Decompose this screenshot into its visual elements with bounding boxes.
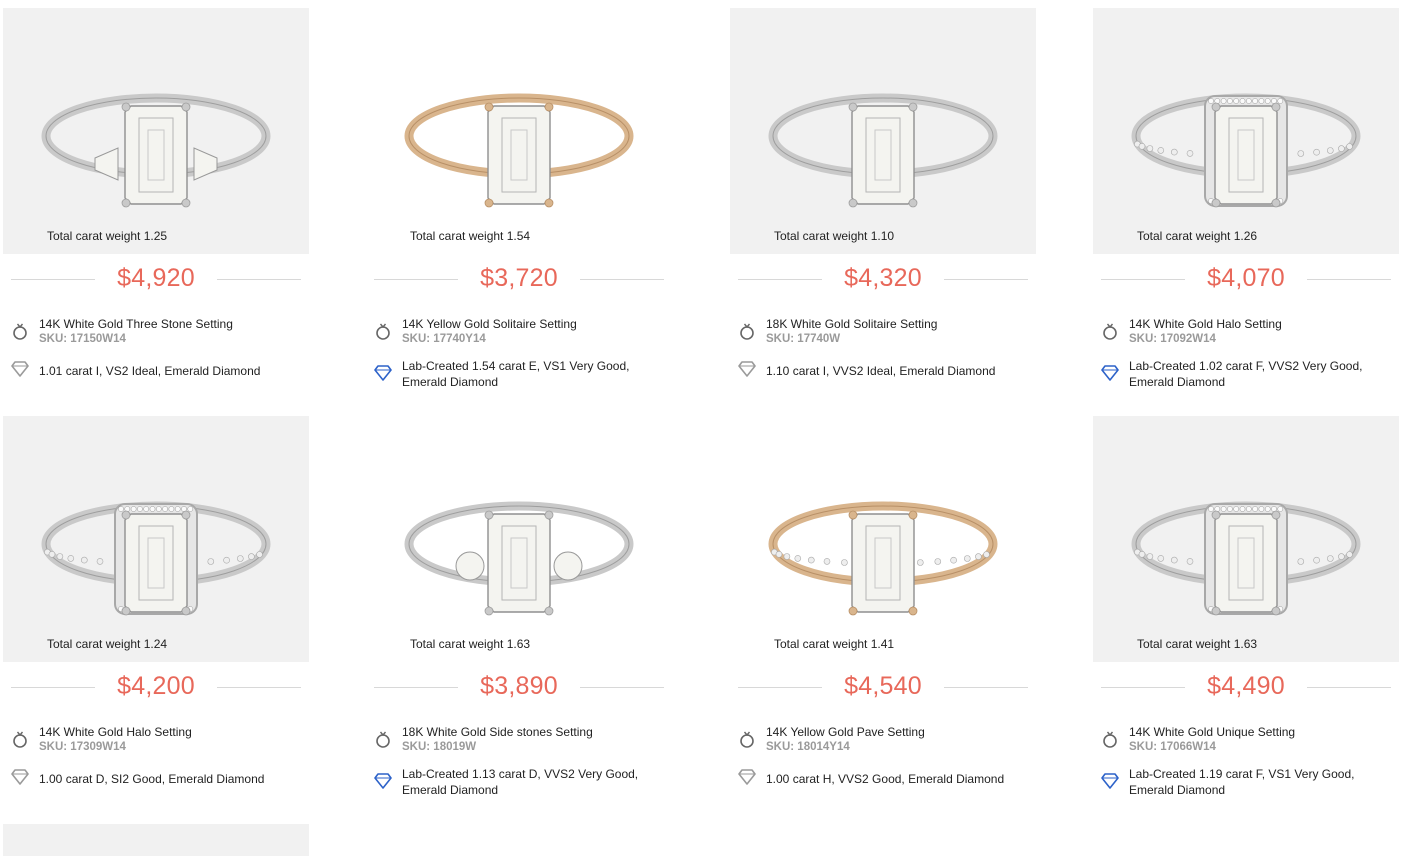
price-row: $4,540 [738,672,1028,702]
setting-info[interactable]: 18K White Gold Solitaire Setting SKU: 17… [738,316,1028,350]
ring-icon [11,321,29,341]
diamond-info[interactable]: 1.00 carat D, SI2 Good, Emerald Diamond [11,766,301,802]
product-card[interactable]: Total carat weight 1.24 $4,200 14K White… [3,416,309,816]
total-carat-weight: Total carat weight 1.25 [47,229,168,243]
diamond-info[interactable]: Lab-Created 1.19 carat F, VS1 Very Good,… [1101,766,1391,802]
setting-name[interactable]: 14K Yellow Gold Solitaire Setting [402,317,577,331]
price-row: $3,720 [374,264,664,294]
diamond-info[interactable]: 1.00 carat H, VVS2 Good, Emerald Diamond [738,766,1028,802]
diamond-description[interactable]: Lab-Created 1.13 carat D, VVS2 Very Good… [402,766,664,798]
product-card[interactable]: Total carat weight 1.63 $4,490 14K White… [1093,416,1399,816]
diamond-icon [738,769,756,785]
setting-name[interactable]: 14K White Gold Three Stone Setting [39,317,233,331]
price-row: $4,920 [11,264,301,294]
product-card[interactable]: Total carat weight 1.54 $3,720 14K Yello… [366,8,672,408]
sku: SKU: 18014Y14 [766,741,850,753]
setting-info[interactable]: 18K White Gold Side stones Setting SKU: … [374,724,664,758]
sku: SKU: 17092W14 [1129,333,1216,345]
setting-name[interactable]: 14K White Gold Unique Setting [1129,725,1295,739]
product-image[interactable]: Total carat weight 1.26 [1093,8,1399,254]
product-card[interactable]: Total carat weight 1.26 $4,070 14K White… [1093,8,1399,408]
setting-name[interactable]: 18K White Gold Solitaire Setting [766,317,937,331]
product-card-partial[interactable] [3,824,309,856]
product-card[interactable]: Total carat weight 1.63 $3,890 18K White… [366,416,672,816]
diamond-description[interactable]: Lab-Created 1.19 carat F, VS1 Very Good,… [1129,766,1391,798]
total-carat-weight: Total carat weight 1.26 [1137,229,1258,243]
divider [944,687,1028,688]
divider [1307,687,1391,688]
price-row: $4,490 [1101,672,1391,702]
lab-diamond-icon [1101,773,1119,789]
sku: SKU: 17066W14 [1129,741,1216,753]
sku: SKU: 17309W14 [39,741,126,753]
ring-icon [374,729,392,749]
price-row: $4,200 [11,672,301,702]
divider [1307,279,1391,280]
divider [217,279,301,280]
total-carat-weight: Total carat weight 1.54 [410,229,531,243]
product-image[interactable]: Total carat weight 1.10 [730,8,1036,254]
diamond-icon [11,769,29,785]
sku: SKU: 18019W [402,741,477,753]
lab-diamond-icon [374,365,392,381]
diamond-icon [11,361,29,377]
divider [217,687,301,688]
product-image[interactable]: Total carat weight 1.63 [366,416,672,662]
product-card[interactable]: Total carat weight 1.10 $4,320 18K White… [730,8,1036,408]
divider [944,279,1028,280]
product-image[interactable]: Total carat weight 1.63 [1093,416,1399,662]
setting-info[interactable]: 14K White Gold Halo Setting SKU: 17309W1… [11,724,301,758]
diamond-info[interactable]: Lab-Created 1.13 carat D, VVS2 Very Good… [374,766,664,802]
diamond-description[interactable]: 1.10 carat I, VVS2 Ideal, Emerald Diamon… [766,363,1028,379]
product-image[interactable]: Total carat weight 1.24 [3,416,309,662]
setting-name[interactable]: 14K Yellow Gold Pave Setting [766,725,925,739]
diamond-info[interactable]: 1.10 carat I, VVS2 Ideal, Emerald Diamon… [738,358,1028,394]
total-carat-weight: Total carat weight 1.63 [1137,637,1258,651]
price-row: $3,890 [374,672,664,702]
diamond-description[interactable]: 1.00 carat D, SI2 Good, Emerald Diamond [39,771,301,787]
lab-diamond-icon [1101,365,1119,381]
diamond-info[interactable]: Lab-Created 1.02 carat F, VVS2 Very Good… [1101,358,1391,394]
diamond-description[interactable]: 1.00 carat H, VVS2 Good, Emerald Diamond [766,771,1028,787]
product-card[interactable]: Total carat weight 1.25 $4,920 14K White… [3,8,309,408]
setting-info[interactable]: 14K White Gold Halo Setting SKU: 17092W1… [1101,316,1391,350]
ring-icon [1101,729,1119,749]
divider [580,687,664,688]
divider [580,279,664,280]
ring-icon [1101,321,1119,341]
ring-icon [374,321,392,341]
sku: SKU: 17150W14 [39,333,126,345]
price-row: $4,320 [738,264,1028,294]
total-carat-weight: Total carat weight 1.10 [774,229,895,243]
setting-info[interactable]: 14K Yellow Gold Solitaire Setting SKU: 1… [374,316,664,350]
sku: SKU: 17740Y14 [402,333,486,345]
setting-info[interactable]: 14K White Gold Unique Setting SKU: 17066… [1101,724,1391,758]
product-image[interactable]: Total carat weight 1.41 [730,416,1036,662]
ring-icon [738,321,756,341]
diamond-info[interactable]: Lab-Created 1.54 carat E, VS1 Very Good,… [374,358,664,394]
setting-name[interactable]: 18K White Gold Side stones Setting [402,725,593,739]
product-image[interactable]: Total carat weight 1.25 [3,8,309,254]
setting-name[interactable]: 14K White Gold Halo Setting [39,725,192,739]
diamond-description[interactable]: Lab-Created 1.54 carat E, VS1 Very Good,… [402,358,664,390]
lab-diamond-icon [374,773,392,789]
diamond-description[interactable]: Lab-Created 1.02 carat F, VVS2 Very Good… [1129,358,1391,390]
product-image[interactable]: Total carat weight 1.54 [366,8,672,254]
setting-info[interactable]: 14K Yellow Gold Pave Setting SKU: 18014Y… [738,724,1028,758]
total-carat-weight: Total carat weight 1.24 [47,637,168,651]
ring-icon [11,729,29,749]
ring-icon [738,729,756,749]
sku: SKU: 17740W [766,333,841,345]
setting-info[interactable]: 14K White Gold Three Stone Setting SKU: … [11,316,301,350]
total-carat-weight: Total carat weight 1.63 [410,637,531,651]
diamond-icon [738,361,756,377]
diamond-description[interactable]: 1.01 carat I, VS2 Ideal, Emerald Diamond [39,363,301,379]
product-card[interactable]: Total carat weight 1.41 $4,540 14K Yello… [730,416,1036,816]
total-carat-weight: Total carat weight 1.41 [774,637,895,651]
price-row: $4,070 [1101,264,1391,294]
diamond-info[interactable]: 1.01 carat I, VS2 Ideal, Emerald Diamond [11,358,301,394]
setting-name[interactable]: 14K White Gold Halo Setting [1129,317,1282,331]
